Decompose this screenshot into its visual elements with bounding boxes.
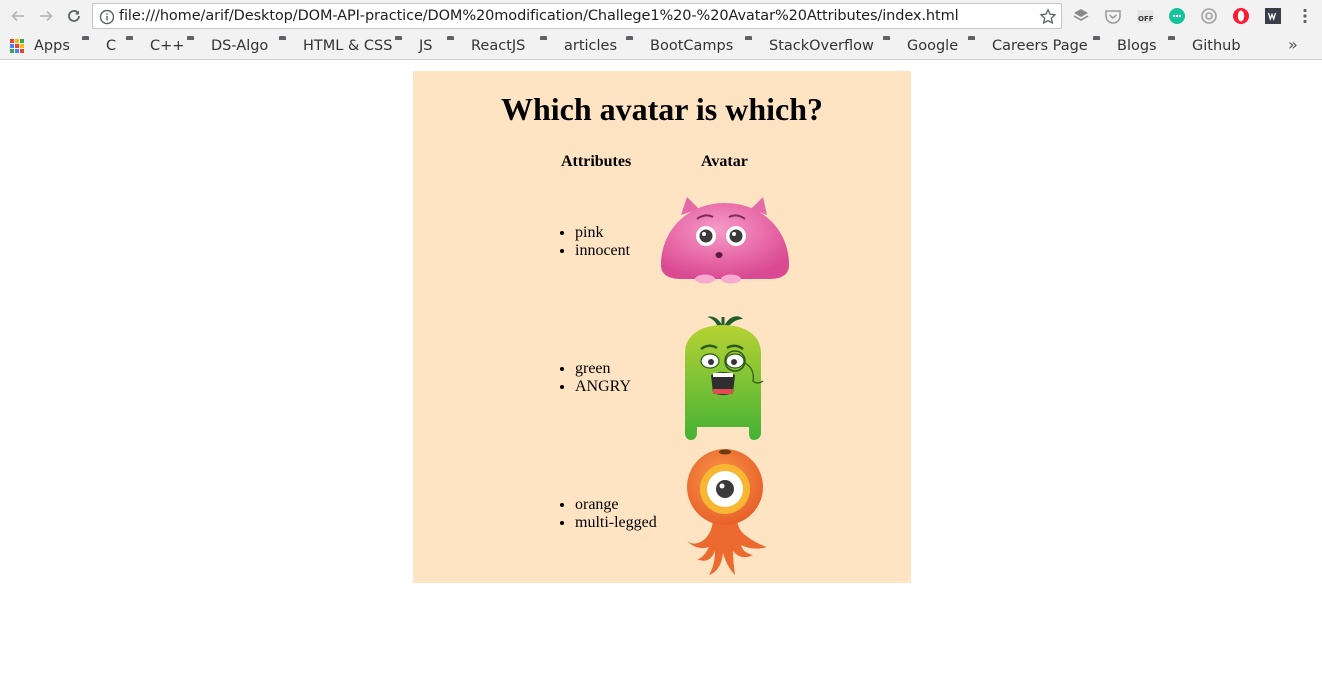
pink-monster-avatar (661, 197, 789, 284)
address-bar-url[interactable]: file:///home/arif/Desktop/DOM-API-practi… (119, 8, 959, 24)
attribute-item: pink (575, 224, 630, 242)
bookmark-folder-careers-page[interactable]: Careers Page (968, 36, 1088, 56)
attribute-item: multi-legged (575, 514, 657, 532)
folder-icon (968, 39, 984, 53)
avatar-column-header: Avatar (701, 153, 748, 170)
bookmark-folder-articles[interactable]: articles (540, 36, 617, 56)
bookmark-label: ReactJS (471, 38, 526, 54)
bookmark-folder-google[interactable]: Google (883, 36, 958, 56)
folder-icon (279, 39, 295, 53)
bookmark-folder-ds-algo[interactable]: DS-Algo (187, 36, 268, 56)
bookmark-label: JS (419, 38, 433, 54)
svg-text:OFF: OFF (1138, 15, 1154, 23)
back-arrow-icon (11, 10, 24, 22)
folder-icon (447, 39, 463, 53)
bookmark-label: StackOverflow (769, 38, 874, 54)
folder-icon (540, 39, 556, 53)
bookmark-folder-html-css[interactable]: HTML & CSS (279, 36, 392, 56)
folder-icon (626, 39, 642, 53)
reload-button[interactable] (62, 5, 86, 27)
bookmark-folder-reactjs[interactable]: ReactJS (447, 36, 525, 56)
off-extension-icon[interactable]: OFF (1136, 7, 1154, 25)
folder-icon (883, 39, 899, 53)
bookmark-folder-c[interactable]: C (82, 36, 116, 56)
attribute-item: ANGRY (575, 378, 631, 396)
orange-monster-avatar (687, 449, 767, 575)
page-title: Which avatar is which? (500, 91, 824, 127)
opera-extension-icon[interactable] (1232, 7, 1250, 25)
forward-arrow-icon (40, 10, 53, 22)
attribute-list-green: green ANGRY (560, 360, 631, 396)
pocket-extension-icon[interactable] (1104, 7, 1122, 25)
apps-grid-icon (10, 39, 26, 53)
bookmark-apps[interactable]: Apps (10, 36, 70, 56)
bookmark-label: C (106, 38, 117, 54)
bookmark-folder-stackoverflow[interactable]: StackOverflow (745, 36, 874, 56)
info-icon[interactable] (99, 9, 115, 25)
bookmark-folder-cpp[interactable]: C++ (126, 36, 184, 56)
folder-icon (187, 39, 203, 53)
attribute-item: green (575, 360, 631, 378)
bookmark-folder-blogs[interactable]: Blogs (1093, 36, 1157, 56)
folder-icon (126, 39, 142, 53)
folder-icon (395, 39, 411, 53)
layers-extension-icon[interactable] (1072, 7, 1090, 25)
attribute-item: innocent (575, 242, 630, 260)
attribute-list-orange: orange multi-legged (560, 496, 657, 532)
bookmark-star-icon[interactable] (1039, 8, 1057, 26)
bookmark-label: BootCamps (650, 38, 734, 54)
browser-chrome: file:///home/arif/Desktop/DOM-API-practi… (0, 0, 1322, 60)
bookmark-folder-bootcamps[interactable]: BootCamps (626, 36, 733, 56)
address-bar[interactable]: file:///home/arif/Desktop/DOM-API-practi… (92, 3, 1062, 29)
bookmark-label: Google (907, 38, 959, 54)
bookmark-label: Apps (34, 38, 70, 54)
forward-button[interactable] (34, 5, 58, 27)
avatar-card: Which avatar is which? Attributes Avatar… (413, 71, 911, 583)
wappalyzer-extension-icon[interactable] (1264, 7, 1282, 25)
bookmark-folder-github[interactable]: Github (1168, 36, 1241, 56)
bookmark-label: C++ (150, 38, 185, 54)
attribute-list-pink: pink innocent (560, 224, 630, 260)
folder-icon (82, 39, 98, 53)
reload-icon (68, 10, 80, 22)
folder-icon (1093, 39, 1109, 53)
bookmark-label: articles (564, 38, 618, 54)
back-button[interactable] (6, 5, 30, 27)
bookmark-label: Careers Page (992, 38, 1088, 54)
bookmark-label: Blogs (1117, 38, 1157, 54)
bookmark-folder-js[interactable]: JS (395, 36, 432, 56)
folder-icon (745, 39, 761, 53)
attribute-item: orange (575, 496, 657, 514)
browser-toolbar: file:///home/arif/Desktop/DOM-API-practi… (0, 0, 1322, 33)
folder-icon (1168, 39, 1184, 53)
circular-extension-icon[interactable] (1200, 7, 1218, 25)
bookmarks-bar: Apps C C++ DS-Algo HTML & CSS JS ReactJS (0, 33, 1322, 59)
more-bookmarks-chevron[interactable]: » (1288, 35, 1298, 54)
bookmark-label: DS-Algo (211, 38, 269, 54)
menu-kebab-icon[interactable] (1296, 7, 1314, 25)
attributes-column-header: Attributes (561, 153, 632, 170)
grammarly-extension-icon[interactable] (1168, 7, 1186, 25)
bookmark-label: HTML & CSS (303, 38, 393, 54)
bookmark-label: Github (1192, 38, 1241, 54)
green-monster-avatar (685, 316, 764, 440)
